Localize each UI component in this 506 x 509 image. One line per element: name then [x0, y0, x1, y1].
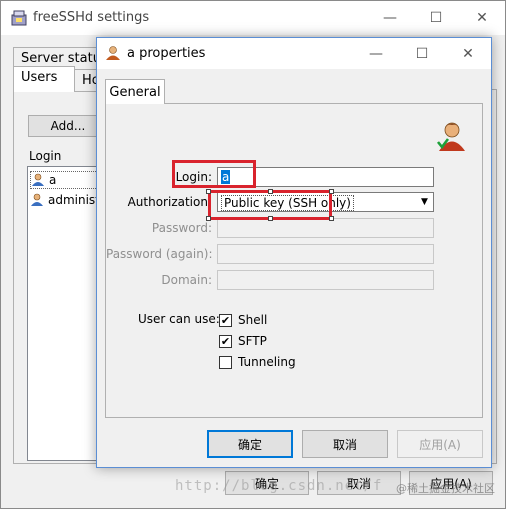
password-label: Password:	[151, 221, 212, 235]
resize-handle	[268, 189, 273, 194]
back-close-button[interactable]: ✕	[459, 1, 505, 35]
watermark-brand: @稀土掘金技术社区	[396, 482, 495, 495]
login-value: a	[221, 170, 231, 184]
list-item[interactable]: a	[30, 171, 106, 189]
user-can-use-label: User can use:	[138, 312, 220, 326]
sftp-checkbox[interactable]: ✔ SFTP	[219, 334, 267, 348]
resize-handle	[206, 189, 211, 194]
general-tab-panel: Login: a Authorization: Public key (SSH …	[105, 103, 483, 418]
sftp-label: SFTP	[238, 334, 267, 348]
resize-handle	[329, 189, 334, 194]
user-properties-dialog: a properties — ☐ ✕ General Login: a Auth…	[96, 37, 492, 468]
user-icon	[31, 193, 43, 206]
dialog-minimize-button[interactable]: —	[353, 38, 399, 69]
password-again-input[interactable]	[217, 244, 434, 264]
checkbox-checked-icon[interactable]: ✔	[219, 334, 232, 348]
tab-general[interactable]: General	[105, 79, 165, 104]
login-input[interactable]: a	[217, 167, 434, 187]
apply-button[interactable]: 应用(A)	[397, 430, 483, 458]
login-column-header: Login	[29, 149, 62, 163]
back-minimize-button[interactable]: —	[367, 1, 413, 35]
freesshd-app-icon	[11, 10, 27, 26]
resize-handle	[206, 216, 211, 221]
back-maximize-button[interactable]: ☐	[413, 1, 459, 35]
authorization-label: Authorization:	[127, 195, 212, 209]
user-check-icon	[436, 122, 465, 151]
back-titlebar: freeSSHd settings — ☐ ✕	[1, 1, 505, 35]
checkbox-unchecked-icon[interactable]	[219, 355, 232, 369]
shell-label: Shell	[238, 313, 268, 327]
watermark-url: http://blog.csdn.net/f	[175, 478, 383, 494]
checkbox-checked-icon[interactable]: ✔	[219, 313, 232, 327]
chevron-down-icon[interactable]: ▼	[416, 193, 433, 211]
domain-label: Domain:	[161, 273, 212, 287]
list-item-label: a	[49, 173, 57, 187]
dialog-titlebar: a properties — ☐ ✕	[97, 38, 491, 69]
user-icon	[32, 173, 44, 186]
login-label: Login:	[175, 170, 212, 184]
cancel-button[interactable]: 取消	[302, 430, 388, 458]
password-input[interactable]	[217, 218, 434, 238]
resize-handle	[329, 216, 334, 221]
tunneling-checkbox[interactable]: Tunneling	[219, 355, 296, 369]
shell-checkbox[interactable]: ✔ Shell	[219, 313, 267, 327]
user-icon	[106, 46, 120, 60]
back-window-title: freeSSHd settings	[33, 10, 150, 25]
tab-users[interactable]: Users	[13, 66, 75, 92]
dialog-title: a properties	[127, 46, 206, 61]
ok-button[interactable]: 确定	[207, 430, 293, 458]
tunneling-label: Tunneling	[238, 355, 296, 369]
users-list[interactable]: a administra	[27, 166, 112, 461]
domain-input[interactable]	[217, 270, 434, 290]
authorization-value: Public key (SSH only)	[221, 195, 354, 211]
dialog-close-button[interactable]: ✕	[445, 38, 491, 69]
dialog-maximize-button[interactable]: ☐	[399, 38, 445, 69]
resize-handle	[268, 216, 273, 221]
authorization-select[interactable]: Public key (SSH only) ▼	[217, 192, 434, 212]
password-again-label: Password (again):	[106, 247, 213, 261]
